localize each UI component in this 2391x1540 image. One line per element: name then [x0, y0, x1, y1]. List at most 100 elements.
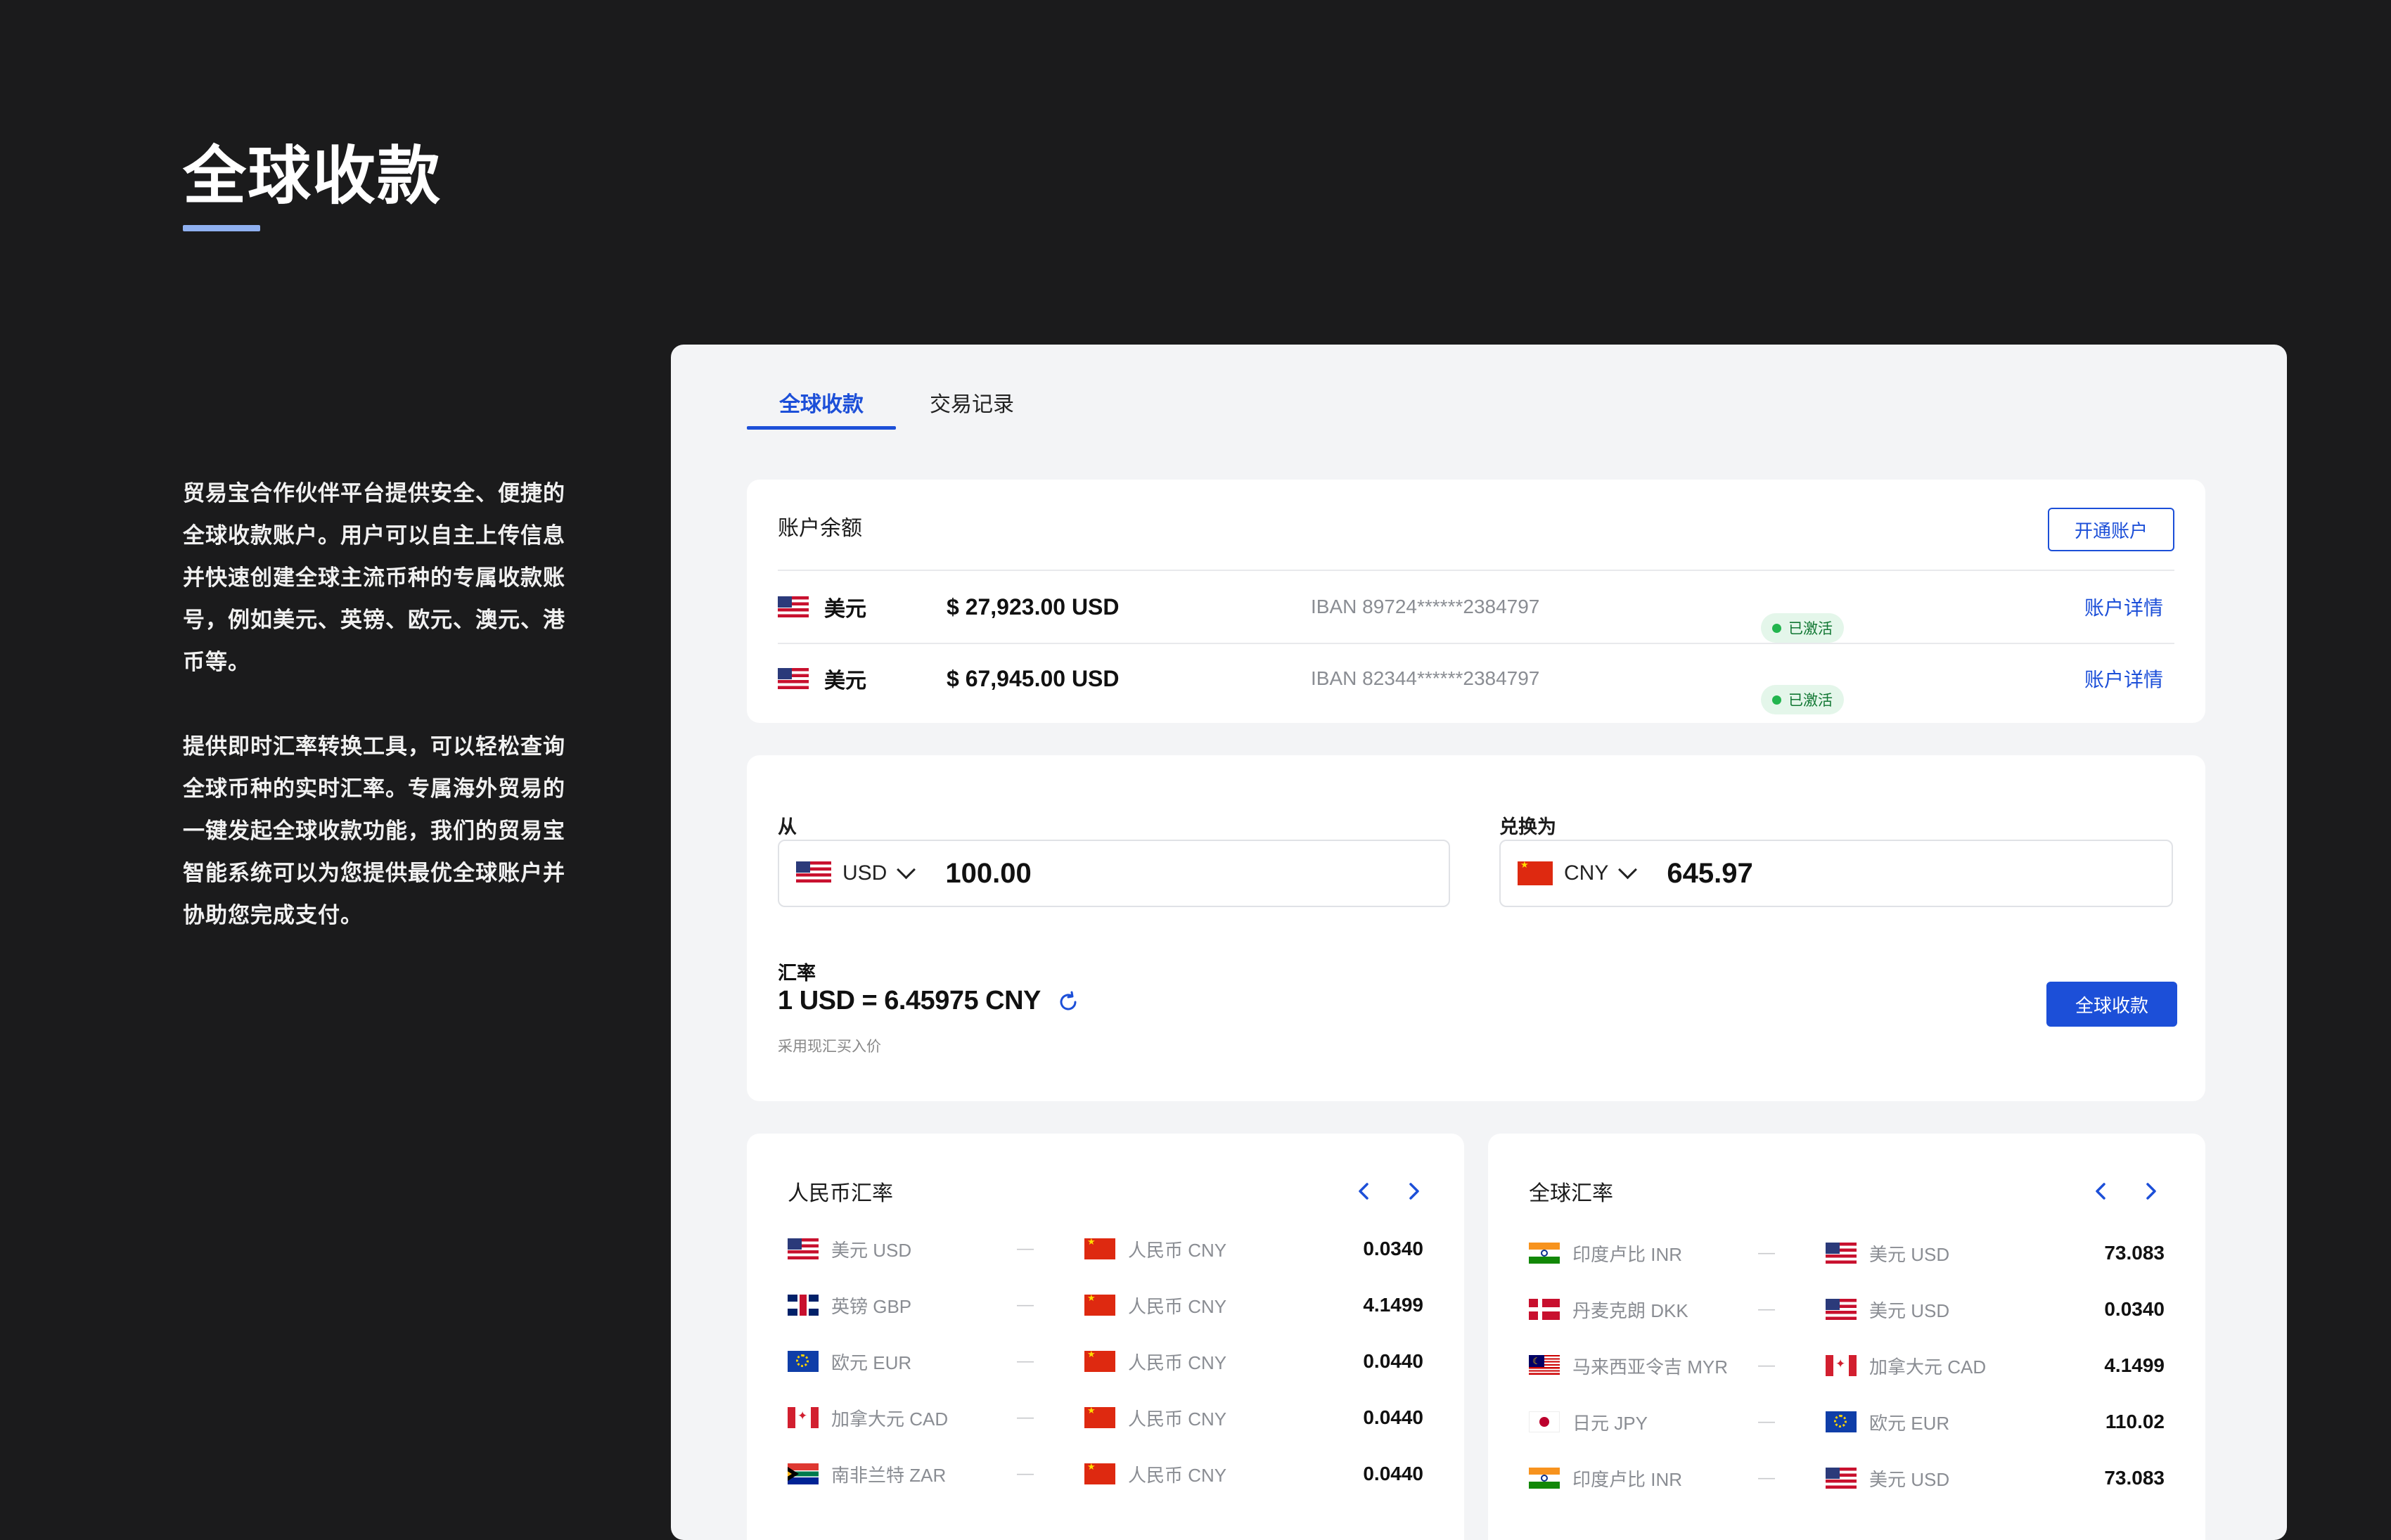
- cn-flag-icon: [1084, 1446, 1115, 1502]
- iban-number: IBAN 82344******2384797: [1311, 667, 1540, 689]
- dash-separator: —: [1758, 1356, 1775, 1375]
- global-rates-title: 全球汇率: [1529, 1182, 1613, 1205]
- open-account-button[interactable]: 开通账户: [2048, 508, 2174, 551]
- us-flag-icon: [1826, 1450, 1857, 1506]
- to-label: 兑换为: [1499, 816, 1556, 838]
- rate-from-currency: 马来西亚令吉 MYR: [1572, 1356, 1729, 1378]
- rate-row: 南非兰特 ZAR — 人民币 CNY 0.0440: [788, 1446, 1423, 1502]
- dash-separator: —: [1758, 1412, 1775, 1431]
- rate-row: 加拿大元 CAD — 人民币 CNY 0.0440: [788, 1390, 1423, 1446]
- chevron-left-icon[interactable]: [1350, 1177, 1378, 1205]
- dash-separator: —: [1758, 1300, 1775, 1318]
- cn-flag-icon: [1084, 1390, 1115, 1446]
- in-flag-icon: [1529, 1225, 1560, 1281]
- rate-row: 印度卢比 INR — 美元 USD 73.083: [1529, 1450, 2165, 1506]
- us-flag-icon: [1826, 1225, 1857, 1281]
- rate-from-currency: 英镑 GBP: [831, 1295, 912, 1317]
- chevron-right-icon[interactable]: [2136, 1177, 2165, 1205]
- active-dot-icon: [1772, 695, 1781, 705]
- tab-transactions[interactable]: 交易记录: [897, 387, 1046, 418]
- my-flag-icon: [1529, 1337, 1560, 1394]
- us-flag-icon: [778, 571, 809, 643]
- rate-row: 日元 JPY — 欧元 EUR 110.02: [1529, 1394, 2165, 1450]
- rate-from-currency: 南非兰特 ZAR: [831, 1464, 947, 1486]
- rate-to-currency: 美元 USD: [1869, 1243, 1950, 1265]
- rate-note: 采用现汇买入价: [778, 1039, 881, 1055]
- tab-label: 全球收款: [779, 393, 864, 416]
- chevron-down-icon[interactable]: [1618, 859, 1638, 879]
- account-balance-card: 账户余额 开通账户 美元 $ 27,923.00 USD IBAN 89724*…: [747, 480, 2205, 723]
- balance-amount: $ 27,923.00 USD: [947, 593, 1120, 620]
- from-amount-field: USD: [778, 840, 1450, 907]
- currency-name: 美元: [824, 598, 866, 621]
- rate-value: 73.083: [2104, 1242, 2165, 1264]
- rate-to-currency: 美元 USD: [1869, 1300, 1950, 1321]
- rate-value: 0.0440: [1363, 1463, 1423, 1484]
- rate-row: 丹麦克朗 DKK — 美元 USD 0.0340: [1529, 1281, 2165, 1337]
- tab-global-receive[interactable]: 全球收款: [747, 387, 896, 430]
- rate-to-currency: 加拿大元 CAD: [1869, 1356, 1987, 1378]
- refresh-icon[interactable]: [1056, 990, 1080, 1014]
- to-amount-field: CNY: [1499, 840, 2173, 907]
- rate-from-currency: 美元 USD: [831, 1239, 912, 1261]
- rate-value: 4.1499: [1363, 1294, 1423, 1316]
- jp-flag-icon: [1529, 1394, 1560, 1450]
- rate-row: 美元 USD — 人民币 CNY 0.0340: [788, 1221, 1423, 1277]
- rate-label: 汇率: [778, 963, 816, 984]
- rate-from-currency: 加拿大元 CAD: [831, 1408, 949, 1430]
- rate-row: 欧元 EUR — 人民币 CNY 0.0440: [788, 1333, 1423, 1390]
- rate-to-currency: 人民币 CNY: [1128, 1295, 1227, 1317]
- rate-value: 0.0340: [1363, 1238, 1423, 1259]
- status-cell: 已激活: [1761, 571, 1844, 643]
- chevron-right-icon[interactable]: [1399, 1177, 1428, 1205]
- active-dot-icon: [1772, 623, 1781, 633]
- rate-to-currency: 美元 USD: [1869, 1468, 1950, 1490]
- cn-flag-icon: [1084, 1333, 1115, 1390]
- global-receive-button[interactable]: 全球收款: [2046, 982, 2177, 1027]
- chevron-down-icon[interactable]: [897, 859, 916, 879]
- rate-to-currency: 人民币 CNY: [1128, 1239, 1227, 1261]
- status-cell: 已激活: [1761, 643, 1844, 714]
- page-title: 全球收款: [183, 141, 442, 212]
- ca-flag-icon: [1826, 1337, 1857, 1394]
- account-details-link[interactable]: 账户详情: [2084, 571, 2163, 643]
- in-flag-icon: [1529, 1450, 1560, 1506]
- cny-rates-title: 人民币汇率: [788, 1182, 893, 1205]
- ca-flag-icon: [788, 1390, 819, 1446]
- account-details-link[interactable]: 账户详情: [2084, 643, 2163, 714]
- cny-rates-card: 人民币汇率 美元 USD — 人民币 CNY 0.0340 英镑 GBP — 人…: [747, 1134, 1464, 1540]
- rate-row: 马来西亚令吉 MYR — 加拿大元 CAD 4.1499: [1529, 1337, 2165, 1394]
- status-text: 已激活: [1788, 693, 1833, 709]
- currency-converter-card: 从 USD 兑换为 CNY 汇率 1 USD = 6.45975 CNY 采用现…: [747, 755, 2205, 1101]
- rate-row: 英镑 GBP — 人民币 CNY 4.1499: [788, 1277, 1423, 1333]
- rate-to-currency: 人民币 CNY: [1128, 1408, 1227, 1430]
- to-amount-input[interactable]: [1665, 856, 2091, 890]
- exchange-rate-value: 1 USD = 6.45975 CNY: [778, 986, 1041, 1015]
- from-currency-select[interactable]: USD: [842, 861, 887, 885]
- global-rates-card: 全球汇率 印度卢比 INR — 美元 USD 73.083 丹麦克朗 DKK —…: [1488, 1134, 2205, 1540]
- rate-from-currency: 丹麦克朗 DKK: [1572, 1300, 1688, 1321]
- cn-flag-icon: [1518, 861, 1553, 885]
- intro-paragraph: 提供即时汇率转换工具，可以轻松查询全球币种的实时汇率。专属海外贸易的一键发起全球…: [183, 734, 565, 928]
- status-badge: 已激活: [1761, 685, 1844, 714]
- rate-to-currency: 欧元 EUR: [1869, 1412, 1950, 1434]
- cn-flag-icon: [1084, 1221, 1115, 1277]
- eu-flag-icon: [788, 1333, 819, 1390]
- rate-value: 0.0440: [1363, 1350, 1423, 1372]
- from-amount-input[interactable]: [944, 856, 1369, 890]
- us-flag-icon: [796, 861, 831, 885]
- rate-from-currency: 欧元 EUR: [831, 1352, 912, 1373]
- to-currency-select[interactable]: CNY: [1564, 861, 1608, 885]
- balance-row: 美元 $ 27,923.00 USD IBAN 89724******23847…: [778, 571, 2174, 643]
- chevron-left-icon[interactable]: [2087, 1177, 2115, 1205]
- us-flag-icon: [1826, 1281, 1857, 1337]
- currency-name: 美元: [824, 669, 866, 693]
- iban-number: IBAN 89724******2384797: [1311, 596, 1540, 617]
- dash-separator: —: [1017, 1352, 1034, 1371]
- cn-flag-icon: [1084, 1277, 1115, 1333]
- intro-paragraph: 贸易宝合作伙伴平台提供安全、便捷的全球收款账户。用户可以自主上传信息并快速创建全…: [183, 481, 565, 674]
- us-flag-icon: [788, 1221, 819, 1277]
- status-badge: 已激活: [1761, 613, 1844, 643]
- status-text: 已激活: [1788, 621, 1833, 637]
- rate-to-currency: 人民币 CNY: [1128, 1352, 1227, 1373]
